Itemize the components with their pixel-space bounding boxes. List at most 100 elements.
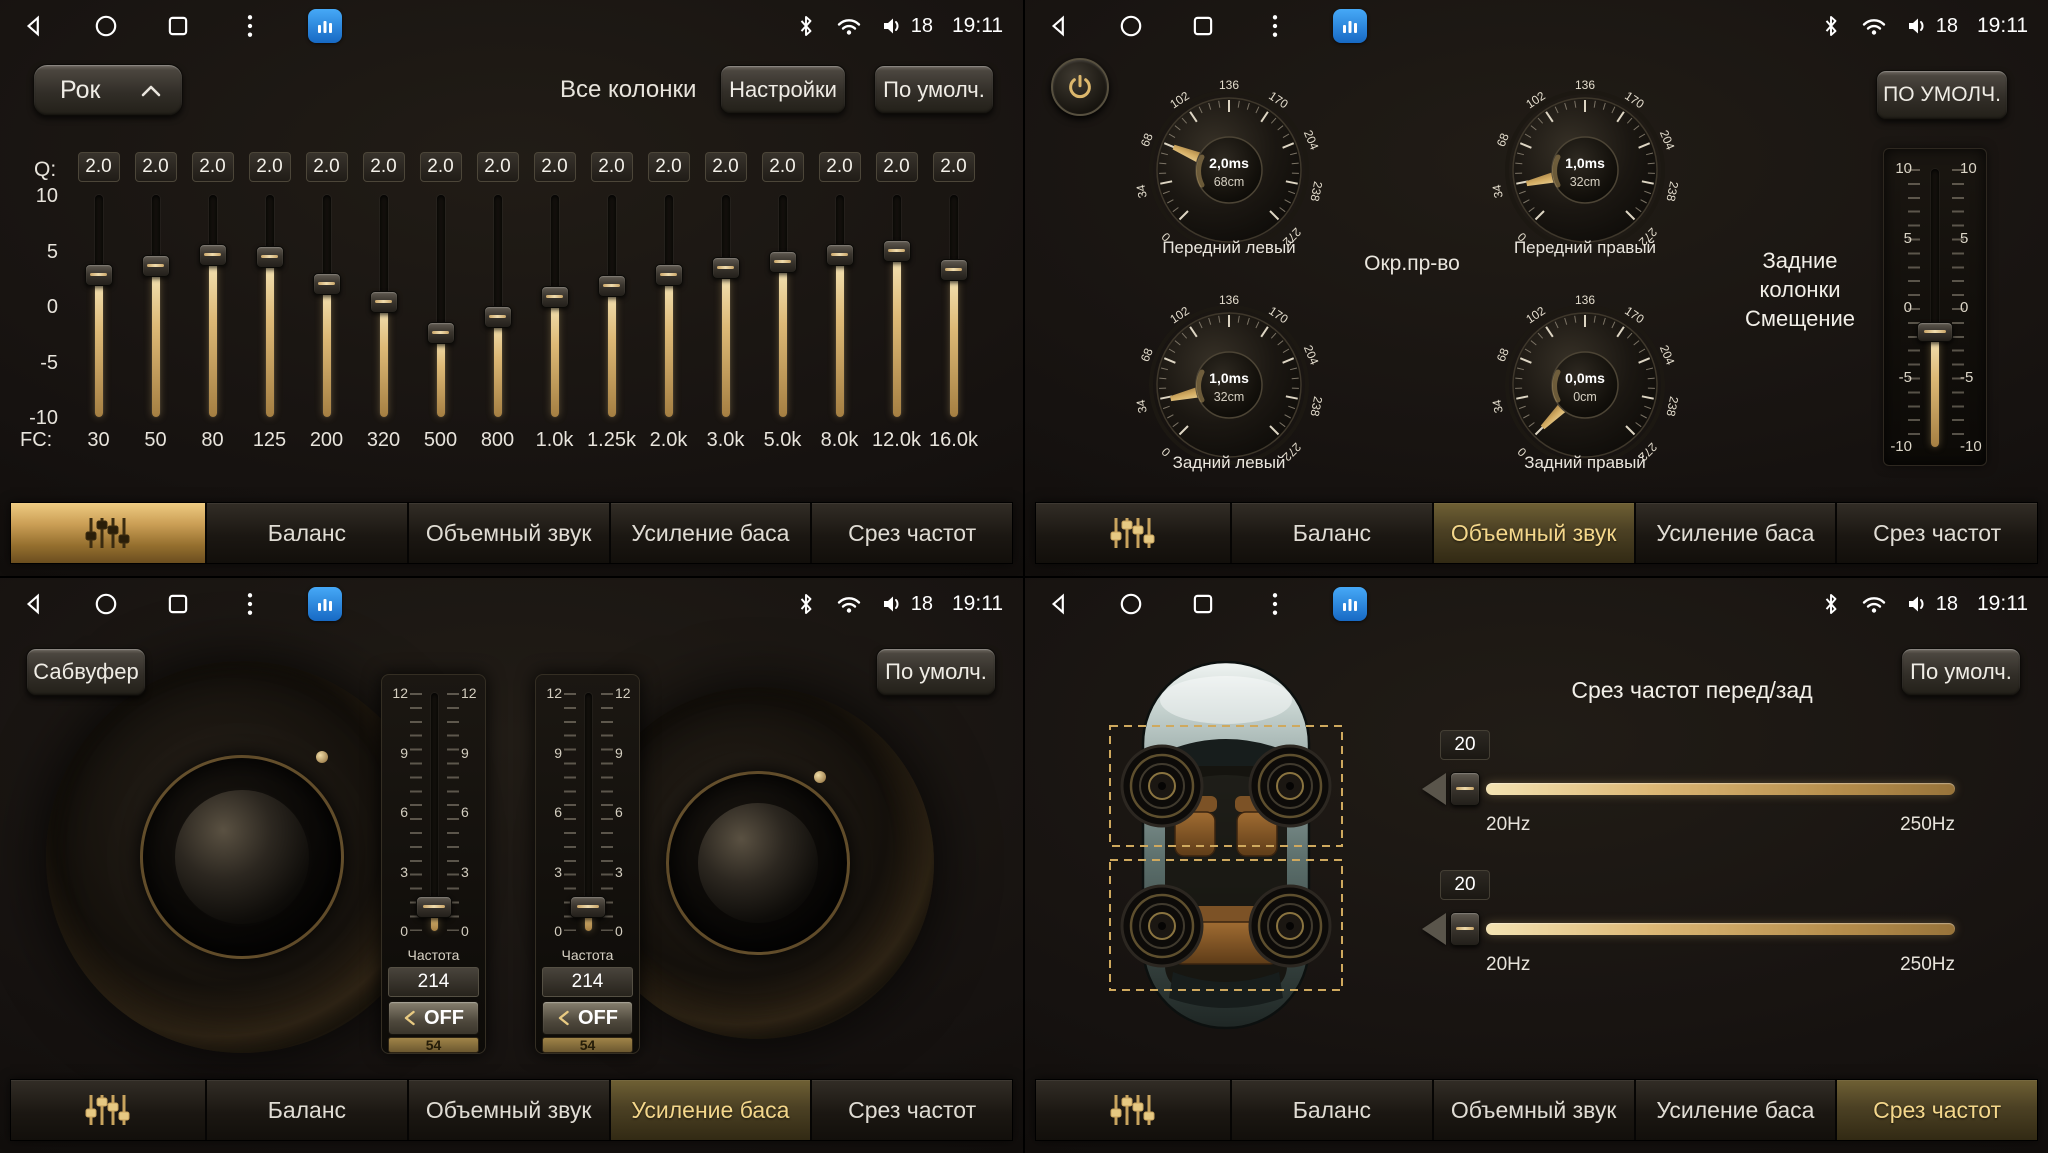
eq-gain-slider[interactable] [469, 195, 526, 417]
slider-handle[interactable] [655, 264, 683, 286]
app-icon[interactable] [308, 9, 342, 43]
tab-equalizer[interactable] [1036, 503, 1232, 563]
tab-bass-boost[interactable]: Усиление баса [611, 503, 813, 563]
tab-balance[interactable]: Баланс [207, 1080, 409, 1140]
slider-handle[interactable] [541, 286, 569, 308]
eq-gain-slider[interactable] [754, 195, 811, 417]
rear-offset-slider[interactable]: 10105500-5-5-10-10 [1883, 148, 1987, 466]
slider-handle[interactable] [769, 251, 797, 273]
slider-track[interactable] [1486, 783, 1955, 795]
eq-q-value[interactable]: 2.0 [534, 152, 576, 182]
tab-surround-sound[interactable]: Объемный звук [1434, 503, 1636, 563]
app-icon[interactable] [308, 587, 342, 621]
eq-q-value[interactable]: 2.0 [78, 152, 120, 182]
tab-bass-boost[interactable]: Усиление баса [1636, 503, 1838, 563]
tab-crossover[interactable]: Срез частот [1837, 503, 2037, 563]
tab-equalizer[interactable] [11, 503, 207, 563]
bass-level-handle[interactable] [416, 896, 452, 918]
tab-surround-sound[interactable]: Объемный звук [1434, 1080, 1636, 1140]
nav-back-icon[interactable] [20, 12, 48, 40]
slider-handle[interactable] [199, 244, 227, 266]
bass-level-handle[interactable] [570, 896, 606, 918]
eq-gain-slider[interactable] [412, 195, 469, 417]
tab-crossover[interactable]: Срез частот [1837, 1080, 2037, 1140]
app-icon[interactable] [1333, 9, 1367, 43]
eq-gain-slider[interactable] [298, 195, 355, 417]
tab-bass-boost[interactable]: Усиление баса [1636, 1080, 1838, 1140]
eq-q-value[interactable]: 2.0 [249, 152, 291, 182]
slider-handle[interactable] [313, 273, 341, 295]
eq-gain-slider[interactable] [640, 195, 697, 417]
preset-selector[interactable]: Рок [33, 64, 183, 116]
nav-home-icon[interactable] [92, 590, 120, 618]
eq-gain-slider[interactable] [241, 195, 298, 417]
nav-recents-icon[interactable] [164, 590, 192, 618]
eq-q-value[interactable]: 2.0 [363, 152, 405, 182]
slider-handle[interactable] [1917, 322, 1953, 342]
eq-q-value[interactable]: 2.0 [591, 152, 633, 182]
eq-q-value[interactable]: 2.0 [819, 152, 861, 182]
nav-back-icon[interactable] [1045, 590, 1073, 618]
slider-handle[interactable] [370, 291, 398, 313]
slider-handle[interactable] [85, 264, 113, 286]
off-toggle[interactable]: OFF [388, 1001, 479, 1035]
default-button[interactable]: По умолч. [1901, 648, 2021, 696]
eq-gain-slider[interactable] [127, 195, 184, 417]
slider-handle[interactable] [883, 240, 911, 262]
slider-handle[interactable] [826, 244, 854, 266]
eq-q-value[interactable]: 2.0 [876, 152, 918, 182]
frequency-value[interactable]: 214 [542, 967, 633, 997]
default-button[interactable]: По умолч. [874, 65, 994, 114]
tab-surround-sound[interactable]: Объемный звук [409, 503, 611, 563]
slider-handle[interactable] [484, 306, 512, 328]
nav-recents-icon[interactable] [164, 12, 192, 40]
eq-q-value[interactable]: 2.0 [648, 152, 690, 182]
nav-back-icon[interactable] [1045, 12, 1073, 40]
tab-balance[interactable]: Баланс [1232, 1080, 1434, 1140]
slider-handle[interactable] [256, 246, 284, 268]
default-button[interactable]: По умолч. [876, 648, 996, 696]
slider-track[interactable] [1486, 923, 1955, 935]
slider-handle[interactable] [1450, 772, 1480, 806]
sub-value[interactable]: 54 [388, 1037, 479, 1053]
app-icon[interactable] [1333, 587, 1367, 621]
default-button[interactable]: ПО УМОЛЧ. [1876, 70, 2008, 120]
overflow-menu-icon[interactable] [236, 590, 264, 618]
nav-home-icon[interactable] [1117, 12, 1145, 40]
nav-back-icon[interactable] [20, 590, 48, 618]
eq-gain-slider[interactable] [526, 195, 583, 417]
frequency-value[interactable]: 214 [388, 967, 479, 997]
eq-gain-slider[interactable] [583, 195, 640, 417]
eq-gain-slider[interactable] [355, 195, 412, 417]
eq-q-value[interactable]: 2.0 [705, 152, 747, 182]
eq-gain-slider[interactable] [70, 195, 127, 417]
slider-handle[interactable] [598, 275, 626, 297]
eq-gain-slider[interactable] [697, 195, 754, 417]
eq-gain-slider[interactable] [868, 195, 925, 417]
nav-recents-icon[interactable] [1189, 12, 1217, 40]
nav-recents-icon[interactable] [1189, 590, 1217, 618]
tab-bass-boost[interactable]: Усиление баса [611, 1080, 813, 1140]
eq-gain-slider[interactable] [811, 195, 868, 417]
tab-crossover[interactable]: Срез частот [812, 503, 1012, 563]
tab-balance[interactable]: Баланс [207, 503, 409, 563]
slider-handle[interactable] [427, 322, 455, 344]
eq-q-value[interactable]: 2.0 [192, 152, 234, 182]
eq-q-value[interactable]: 2.0 [135, 152, 177, 182]
tab-balance[interactable]: Баланс [1232, 503, 1434, 563]
nav-home-icon[interactable] [1117, 590, 1145, 618]
tab-crossover[interactable]: Срез частот [812, 1080, 1012, 1140]
overflow-menu-icon[interactable] [1261, 12, 1289, 40]
eq-q-value[interactable]: 2.0 [306, 152, 348, 182]
subwoofer-button[interactable]: Сабвуфер [26, 648, 146, 696]
eq-q-value[interactable]: 2.0 [477, 152, 519, 182]
slider-handle[interactable] [1450, 912, 1480, 946]
power-button[interactable] [1051, 58, 1109, 116]
slider-handle[interactable] [712, 257, 740, 279]
tab-surround-sound[interactable]: Объемный звук [409, 1080, 611, 1140]
off-toggle[interactable]: OFF [542, 1001, 633, 1035]
overflow-menu-icon[interactable] [1261, 590, 1289, 618]
slider-handle[interactable] [940, 259, 968, 281]
eq-gain-slider[interactable] [184, 195, 241, 417]
overflow-menu-icon[interactable] [236, 12, 264, 40]
